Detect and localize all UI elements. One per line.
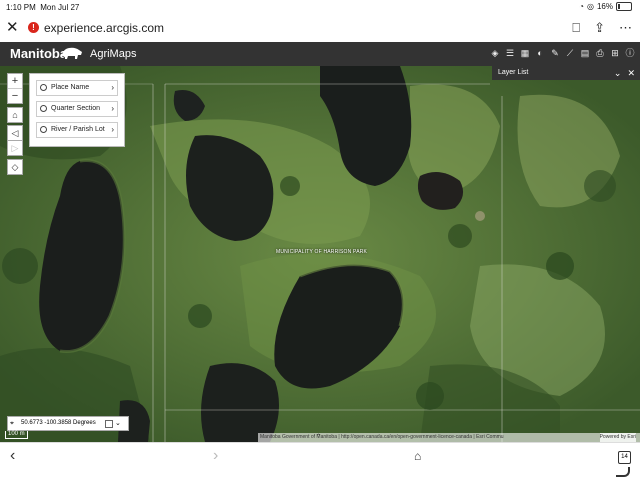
coordinate-text: 50.6773 -100.3858 Degrees bbox=[21, 420, 96, 426]
status-time: 1:10 PM Mon Jul 27 bbox=[6, 3, 80, 12]
search-icon bbox=[40, 126, 47, 133]
home-page-icon[interactable]: ⌂ bbox=[414, 449, 421, 463]
bookmark-icon[interactable]: ⎕ bbox=[572, 20, 580, 36]
quarter-section-search-button[interactable]: Quarter Section › bbox=[36, 101, 118, 117]
search-icon bbox=[40, 105, 47, 112]
wifi-icon: ◔ bbox=[579, 2, 584, 11]
status-bar: 1:10 PM Mon Jul 27 ◔ ◎ 16% bbox=[0, 0, 640, 14]
draw-icon[interactable]: ✎ bbox=[549, 47, 561, 59]
municipality-label: MUNICIPALITY OF HARRISON PARK bbox=[276, 249, 368, 255]
layer-list-title: Layer List bbox=[498, 69, 529, 76]
chart-icon[interactable]: ▤ bbox=[579, 47, 591, 59]
security-warning-icon[interactable]: ! bbox=[28, 22, 39, 33]
header-toolbar: ◈ ☰ ▦ ◐ ✎ ⟋ ▤ ⎙ ⊞ ⓘ bbox=[489, 47, 636, 59]
share-map-icon[interactable]: ⊞ bbox=[609, 47, 621, 59]
more-icon[interactable]: ⋯ bbox=[619, 20, 632, 36]
info-icon[interactable]: ⓘ bbox=[624, 47, 636, 59]
coordinate-readout: ⌖ 50.6773 -100.3858 Degrees ⌄ bbox=[7, 416, 129, 431]
basemap-icon[interactable]: ◐ bbox=[534, 47, 546, 59]
orientation-lock-icon: ◎ bbox=[587, 2, 594, 11]
browser-actions: ⎕ ⇪ ⋯ bbox=[572, 20, 632, 36]
share-icon[interactable]: ⇪ bbox=[594, 20, 605, 36]
list-icon[interactable]: ☰ bbox=[504, 47, 516, 59]
location-pin-icon[interactable]: ⌖ bbox=[10, 417, 14, 430]
chevron-up-icon[interactable]: ⌃ bbox=[316, 433, 321, 442]
close-tab-button[interactable]: ✕ bbox=[6, 20, 19, 36]
chevron-right-icon: › bbox=[111, 104, 114, 113]
map-view[interactable]: + − ⌂ ◁ ▷ ◇ Place Name › Quarter Section… bbox=[0, 66, 640, 442]
search-icon bbox=[40, 84, 47, 91]
resize-handle-icon[interactable] bbox=[616, 467, 630, 477]
collapse-icon[interactable]: ⌄ bbox=[614, 66, 622, 80]
zoom-out-button[interactable]: − bbox=[8, 89, 22, 103]
chevron-right-icon: › bbox=[111, 83, 114, 92]
attribution-text: Manitoba Government of Manitoba | http:/… bbox=[260, 434, 504, 440]
zoom-control: + − bbox=[7, 73, 23, 104]
browser-bottom-bar: ‹ › ⌂ 14 bbox=[0, 442, 640, 481]
coordinate-checkbox[interactable] bbox=[105, 420, 113, 428]
print-icon[interactable]: ⎙ bbox=[594, 47, 606, 59]
tabs-count-button[interactable]: 14 bbox=[618, 451, 631, 464]
scale-bar: 100 m bbox=[5, 431, 28, 439]
back-icon[interactable]: ‹ bbox=[10, 447, 15, 465]
close-icon[interactable]: ✕ bbox=[627, 66, 635, 80]
battery-icon bbox=[616, 2, 632, 11]
browser-url-bar: ✕ ! experience.arcgis.com ⎕ ⇪ ⋯ bbox=[0, 14, 640, 43]
forward-icon[interactable]: › bbox=[213, 447, 218, 465]
search-panel: Place Name › Quarter Section › River / P… bbox=[29, 73, 125, 147]
status-right: ◔ ◎ 16% bbox=[579, 2, 632, 11]
chevron-right-icon: › bbox=[111, 125, 114, 134]
app-header: Manitoba AgriMaps ◈ ☰ ▦ ◐ ✎ ⟋ ▤ ⎙ ⊞ ⓘ bbox=[0, 42, 640, 66]
url-text[interactable]: experience.arcgis.com bbox=[44, 21, 164, 35]
previous-extent-icon[interactable]: ◁ bbox=[7, 125, 23, 141]
home-icon[interactable]: ⌂ bbox=[7, 107, 23, 123]
chevron-down-icon[interactable]: ⌄ bbox=[115, 417, 121, 430]
battery-percent: 16% bbox=[596, 2, 613, 11]
locate-icon[interactable]: ◇ bbox=[7, 159, 23, 175]
bison-icon bbox=[62, 47, 82, 59]
manitoba-logo: Manitoba bbox=[10, 46, 68, 61]
river-parish-lot-search-button[interactable]: River / Parish Lot › bbox=[36, 122, 118, 138]
app-name: AgriMaps bbox=[90, 48, 137, 60]
layer-list-panel: Layer List ⌄ ✕ bbox=[492, 66, 640, 80]
zoom-in-button[interactable]: + bbox=[8, 74, 22, 89]
table-icon[interactable]: ▦ bbox=[519, 47, 531, 59]
layers-icon[interactable]: ◈ bbox=[489, 47, 501, 59]
powered-by-esri[interactable]: Powered by Esri bbox=[599, 433, 636, 442]
place-name-search-button[interactable]: Place Name › bbox=[36, 80, 118, 96]
next-extent-icon[interactable]: ▷ bbox=[7, 140, 23, 156]
attribution-bar: Manitoba Government of Manitoba | http:/… bbox=[258, 433, 640, 442]
measure-icon[interactable]: ⟋ bbox=[564, 47, 576, 59]
